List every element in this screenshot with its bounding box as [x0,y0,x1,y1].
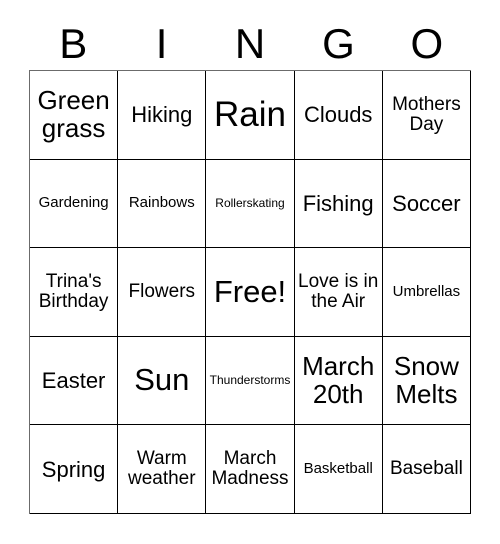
bingo-cell-label: Easter [41,367,106,393]
bingo-header-letter-n: N [206,18,294,70]
bingo-cell-label: Basketball [303,460,373,478]
bingo-header-letter-i: I [117,18,205,70]
bingo-cell-label: Gardening [38,194,109,212]
bingo-header-row: B I N G O [29,18,471,70]
bingo-cell-label: Fishing [302,190,374,216]
bingo-cell-label: Thunderstorms [209,373,291,388]
bingo-cell-r1c1[interactable]: Green grass [30,71,119,160]
bingo-grid: Green grass Hiking Rain Clouds Mothers D… [29,70,471,514]
bingo-cell-label: Rainbows [128,194,195,212]
bingo-cell-label: Green grass [37,85,110,143]
bingo-cell-r4c3[interactable]: Thunderstorms [206,336,295,426]
bingo-cell-label: Rain [214,95,286,135]
bingo-cell-r3c2[interactable]: Flowers [118,248,207,337]
bingo-cell-label: Free! [213,273,287,309]
bingo-cell-label: Spring [41,456,106,482]
bingo-cell-label: Warm weather [127,448,196,490]
bingo-cell-r5c1[interactable]: Spring [30,425,119,514]
bingo-cell-label: March 20th [302,351,375,409]
bingo-cell-free-space[interactable]: Free! [206,248,295,337]
bingo-cell-label: Baseball [389,458,463,480]
bingo-card: B I N G O Green grass Hiking Rain Clouds… [0,0,500,544]
header-letter-text: O [410,20,444,67]
bingo-cell-r2c1[interactable]: Gardening [30,159,119,249]
bingo-cell-label: Snow Melts [393,351,459,409]
bingo-cell-r5c2[interactable]: Warm weather [118,425,207,514]
bingo-cell-r5c5[interactable]: Baseball [382,425,471,514]
bingo-header-letter-o: O [383,18,471,70]
header-letter-text: B [59,20,88,67]
bingo-header-letter-b: B [29,18,117,70]
bingo-cell-r4c4[interactable]: March 20th [294,336,383,426]
header-letter-text: N [234,20,266,67]
bingo-cell-r3c1[interactable]: Trina's Birthday [30,248,119,337]
bingo-cell-label: Hiking [131,102,193,128]
bingo-cell-label: Umbrellas [392,283,461,301]
bingo-cell-label: Love is in the Air [298,270,379,312]
header-letter-text: I [155,20,168,67]
bingo-cell-label: Mothers Day [392,93,461,135]
bingo-cell-r5c3[interactable]: March Madness [206,425,295,514]
bingo-cell-r4c1[interactable]: Easter [30,336,119,426]
bingo-cell-label: Soccer [392,190,461,216]
bingo-cell-r1c5[interactable]: Mothers Day [382,71,471,160]
bingo-cell-r1c2[interactable]: Hiking [118,71,207,160]
bingo-cell-label: Flowers [128,280,196,302]
bingo-cell-label: Rollerskating [215,196,285,211]
bingo-cell-label: Trina's Birthday [38,270,109,312]
bingo-cell-label: March Madness [211,448,289,490]
header-letter-text: G [322,20,355,67]
bingo-cell-r4c2[interactable]: Sun [118,336,207,426]
bingo-cell-r2c3[interactable]: Rollerskating [206,159,295,249]
bingo-cell-r3c5[interactable]: Umbrellas [382,248,471,337]
bingo-cell-label: Sun [134,362,190,398]
bingo-header-letter-g: G [294,18,382,70]
bingo-cell-r5c4[interactable]: Basketball [294,425,383,514]
bingo-cell-r1c4[interactable]: Clouds [294,71,383,160]
bingo-cell-r4c5[interactable]: Snow Melts [382,336,471,426]
bingo-cell-r2c2[interactable]: Rainbows [118,159,207,249]
bingo-cell-r2c5[interactable]: Soccer [382,159,471,249]
bingo-cell-label: Clouds [303,102,373,128]
bingo-cell-r1c3[interactable]: Rain [206,71,295,160]
bingo-cell-r3c4[interactable]: Love is in the Air [294,248,383,337]
bingo-cell-r2c4[interactable]: Fishing [294,159,383,249]
